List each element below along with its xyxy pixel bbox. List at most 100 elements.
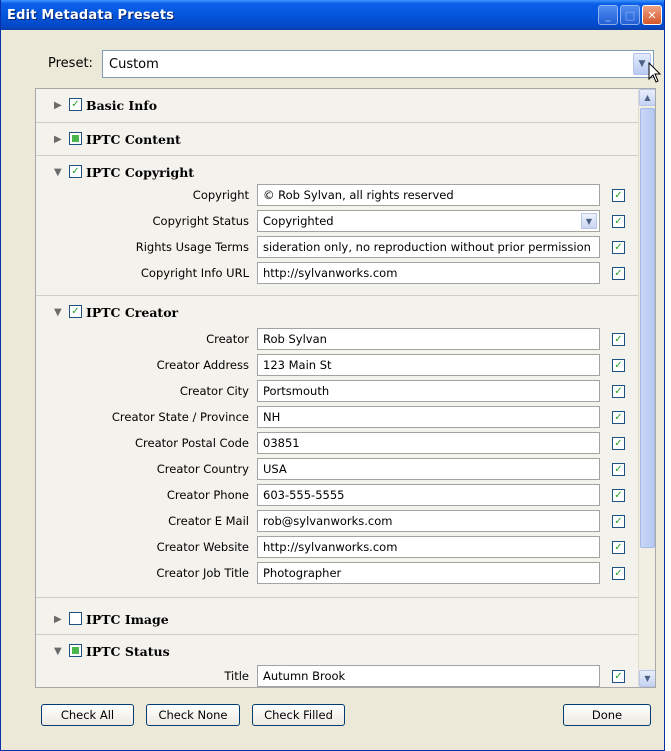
creator-country-input[interactable]: USA [257, 458, 600, 480]
copyright-info-url-input[interactable]: http://sylvanworks.com [257, 262, 600, 284]
preset-label: Preset: [48, 56, 93, 71]
field-checkbox[interactable]: ✓ [612, 541, 625, 554]
section-title: IPTC Copyright [86, 164, 195, 180]
field-copyright-info-url: Copyright Info URL http://sylvanworks.co… [36, 260, 639, 286]
field-label: Creator Job Title [156, 566, 249, 580]
field-checkbox[interactable]: ✓ [612, 385, 625, 398]
field-checkbox[interactable]: ✓ [612, 670, 625, 683]
section-title: IPTC Image [86, 611, 169, 627]
section-checkbox-iptc-copyright[interactable]: ✓ [69, 165, 82, 178]
field-creator-phone: Creator Phone 603-555-5555 ✓ [36, 482, 639, 508]
title-input[interactable]: Autumn Brook [257, 665, 600, 687]
field-checkbox[interactable]: ✓ [612, 241, 625, 254]
minimize-icon[interactable]: _ [598, 5, 618, 25]
section-title: Basic Info [86, 97, 158, 113]
section-checkbox-iptc-status[interactable] [69, 644, 82, 657]
section-checkbox-iptc-creator[interactable]: ✓ [69, 305, 82, 318]
check-all-button[interactable]: Check All [41, 704, 134, 726]
field-checkbox[interactable]: ✓ [612, 267, 625, 280]
creator-email-input[interactable]: rob@sylvanworks.com [257, 510, 600, 532]
copyright-status-select[interactable]: Copyrighted ▼ [257, 210, 600, 232]
section-header-iptc-creator[interactable]: ▼ ✓ IPTC Creator [36, 296, 639, 328]
creator-state-input[interactable]: NH [257, 406, 600, 428]
scroll-up-icon[interactable]: ▲ [639, 89, 655, 106]
field-label: Creator Address [156, 358, 249, 372]
field-title: Title Autumn Brook ✓ [36, 663, 639, 687]
field-checkbox[interactable]: ✓ [612, 463, 625, 476]
creator-city-input[interactable]: Portsmouth [257, 380, 600, 402]
section-title: IPTC Creator [86, 304, 179, 320]
field-checkbox[interactable]: ✓ [612, 437, 625, 450]
field-checkbox[interactable]: ✓ [612, 567, 625, 580]
creator-phone-input[interactable]: 603-555-5555 [257, 484, 600, 506]
done-button[interactable]: Done [563, 704, 651, 726]
field-creator-website: Creator Website http://sylvanworks.com ✓ [36, 534, 639, 560]
copyright-status-value: Copyrighted [263, 214, 334, 228]
maximize-icon[interactable]: □ [620, 5, 640, 25]
section-checkbox-iptc-content[interactable] [69, 132, 82, 145]
field-label: Creator Postal Code [135, 436, 249, 450]
field-creator-country: Creator Country USA ✓ [36, 456, 639, 482]
copyright-input[interactable]: © Rob Sylvan, all rights reserved [257, 184, 600, 206]
rights-usage-terms-input[interactable]: sideration only, no reproduction without… [257, 236, 600, 258]
section-checkbox-basic-info[interactable]: ✓ [69, 98, 82, 111]
preset-select[interactable]: Custom ▼ [102, 50, 654, 78]
field-label: Creator State / Province [111, 410, 249, 424]
field-creator-address: Creator Address 123 Main St ✓ [36, 352, 639, 378]
field-copyright-status: Copyright Status Copyrighted ▼ ✓ [36, 208, 639, 234]
field-checkbox[interactable]: ✓ [612, 189, 625, 202]
creator-address-input[interactable]: 123 Main St [257, 354, 600, 376]
expand-triangle-icon[interactable]: ▶ [54, 134, 64, 145]
field-creator-city: Creator City Portsmouth ✓ [36, 378, 639, 404]
field-label: Creator Website [156, 540, 249, 554]
creator-postal-code-input[interactable]: 03851 [257, 432, 600, 454]
section-iptc-creator: ▼ ✓ IPTC Creator Creator Rob Sylvan ✓ Cr… [36, 296, 639, 598]
field-checkbox[interactable]: ✓ [612, 489, 625, 502]
field-creator-email: Creator E Mail rob@sylvanworks.com ✓ [36, 508, 639, 534]
scroll-down-icon[interactable]: ▼ [639, 670, 655, 687]
collapse-triangle-icon[interactable]: ▼ [54, 307, 64, 318]
field-label: Creator [206, 332, 249, 346]
field-checkbox[interactable]: ✓ [612, 215, 625, 228]
field-checkbox[interactable]: ✓ [612, 359, 625, 372]
section-checkbox-iptc-image[interactable] [69, 612, 82, 625]
field-label: Copyright Status [152, 214, 250, 228]
chevron-down-icon[interactable]: ▼ [581, 213, 597, 229]
field-creator-job-title: Creator Job Title Photographer ✓ [36, 560, 639, 586]
expand-triangle-icon[interactable]: ▶ [54, 614, 64, 625]
metadata-panel: ▶ ✓ Basic Info ▶ IPTC Content ▼ ✓ IPTC C… [35, 88, 656, 688]
creator-input[interactable]: Rob Sylvan [257, 328, 600, 350]
title-bar-buttons: _ □ ✕ [598, 5, 662, 25]
section-header-iptc-content[interactable]: ▶ IPTC Content [36, 123, 639, 155]
scrollbar-thumb[interactable] [640, 108, 655, 548]
check-filled-button[interactable]: Check Filled [252, 704, 345, 726]
check-none-button[interactable]: Check None [146, 704, 240, 726]
section-basic-info: ▶ ✓ Basic Info [36, 89, 639, 123]
creator-job-title-input[interactable]: Photographer [257, 562, 600, 584]
close-icon[interactable]: ✕ [642, 5, 662, 25]
field-rights-usage-terms: Rights Usage Terms sideration only, no r… [36, 234, 639, 260]
vertical-scrollbar[interactable]: ▲ ▼ [638, 89, 655, 687]
preset-value: Custom [109, 56, 159, 72]
field-creator: Creator Rob Sylvan ✓ [36, 326, 639, 352]
field-label: Title [224, 669, 249, 683]
field-label: Creator Country [156, 462, 249, 476]
field-creator-postal-code: Creator Postal Code 03851 ✓ [36, 430, 639, 456]
mouse-cursor-icon [648, 62, 662, 83]
field-label: Copyright Info URL [140, 266, 249, 280]
field-checkbox[interactable]: ✓ [612, 333, 625, 346]
section-iptc-status: ▼ IPTC Status Title Autumn Brook ✓ [36, 635, 639, 687]
collapse-triangle-icon[interactable]: ▼ [54, 646, 64, 657]
field-checkbox[interactable]: ✓ [612, 515, 625, 528]
creator-website-input[interactable]: http://sylvanworks.com [257, 536, 600, 558]
field-label: Creator Phone [166, 488, 249, 502]
window-title: Edit Metadata Presets [7, 7, 175, 23]
section-iptc-image: ▶ IPTC Image [36, 603, 639, 635]
section-header-iptc-image[interactable]: ▶ IPTC Image [36, 603, 639, 635]
field-checkbox[interactable]: ✓ [612, 411, 625, 424]
collapse-triangle-icon[interactable]: ▼ [54, 167, 64, 178]
section-header-basic-info[interactable]: ▶ ✓ Basic Info [36, 89, 639, 121]
field-label: Creator E Mail [168, 514, 249, 528]
title-bar[interactable]: Edit Metadata Presets _ □ ✕ [1, 0, 664, 30]
expand-triangle-icon[interactable]: ▶ [54, 100, 64, 111]
